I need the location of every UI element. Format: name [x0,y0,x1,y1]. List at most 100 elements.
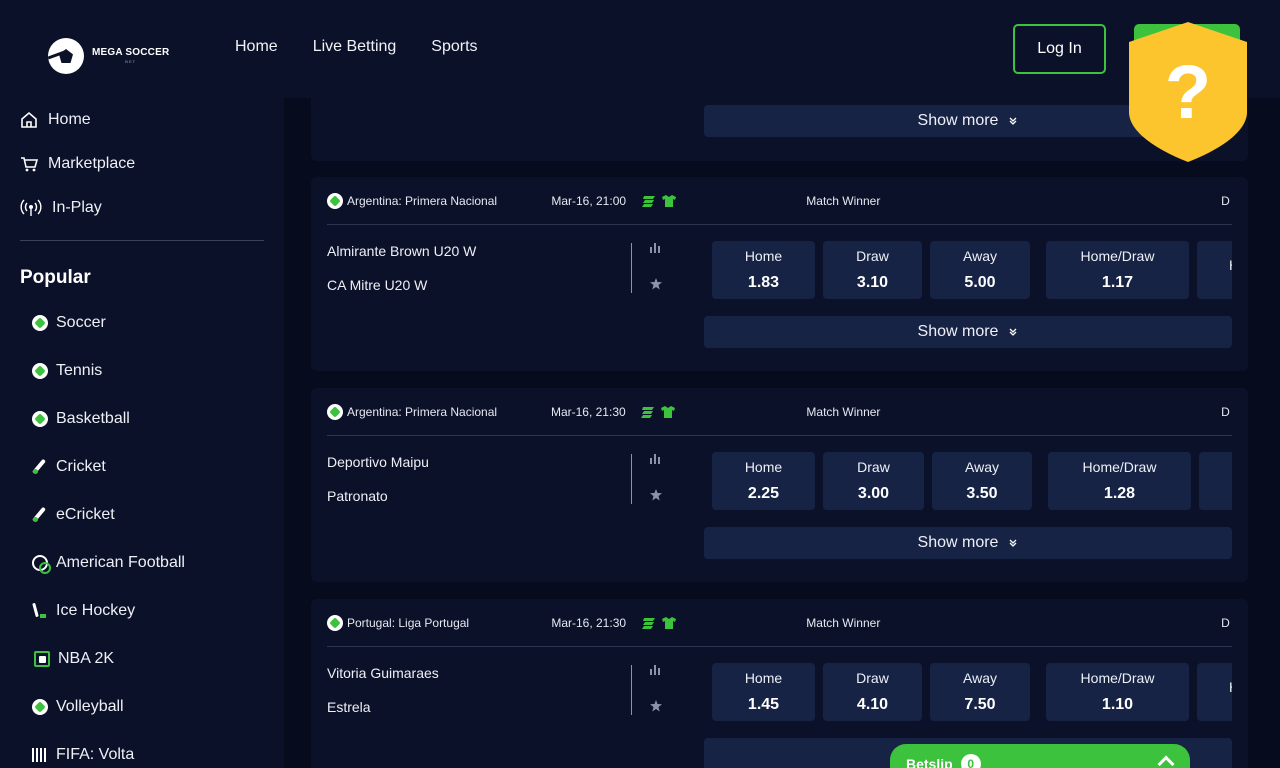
sidebar-item-home[interactable]: Home [20,98,264,142]
home-icon [21,111,37,128]
soccer-icon [327,614,343,631]
popular-title: Popular [20,267,91,288]
sport-item-tennis[interactable]: Tennis [0,347,284,395]
chevron-up-icon [1157,755,1175,768]
lineup-shirt-icon[interactable] [661,194,676,207]
odds-button-draw[interactable]: Draw 4.10 [823,663,922,721]
cart-icon [21,157,38,172]
sport-label: Cricket [56,458,106,475]
bar-chart-icon[interactable] [650,243,661,253]
nav-live-betting-link[interactable]: Live Betting [313,38,397,56]
market-name-cutoff: D [1221,404,1230,419]
soccer-icon [327,403,343,420]
sport-item-basketball[interactable]: Basketball [0,395,284,443]
sport-label: American Football [56,554,185,571]
sport-item-volleyball[interactable]: Volleyball [0,683,284,731]
sport-label: Ice Hockey [56,602,136,619]
sport-label: Volleyball [56,698,124,715]
market-name-cutoff: D [1221,193,1230,208]
odds-button-home[interactable]: Home 1.83 [712,241,815,299]
volleyball-icon [32,699,48,715]
brand-logo[interactable]: MEGA SOCCER BET [48,38,169,74]
show-more-button[interactable]: Show more [704,316,1232,348]
favorite-star-icon[interactable] [650,700,662,712]
match-card-header: Portugal: Liga Portugal Mar-16, 21:30 Ma… [327,599,1232,647]
odds-button-away[interactable]: Away 3.50 [932,452,1032,510]
market-name-cutoff: D [1221,615,1230,630]
chevron-down-icon [1009,539,1017,547]
league-name: Argentina: Primera Nacional [347,404,498,419]
sidebar-item-in-play[interactable]: In-Play [20,186,264,230]
sport-item-ice-hockey[interactable]: Ice Hockey [0,587,284,635]
chevron-down-icon [1009,117,1017,125]
stats-icon[interactable] [641,406,655,418]
show-more-label: Show more [917,112,999,129]
login-button[interactable]: Log In [1013,24,1106,74]
favorite-star-icon[interactable] [650,489,662,501]
broadcast-icon [20,199,42,216]
odds-button-cutoff[interactable]: H [1197,241,1232,299]
show-more-label: Show more [917,534,999,551]
bar-chart-icon[interactable] [650,454,661,464]
sidebar-item-marketplace[interactable]: Marketplace [20,142,264,186]
match-card-header: Argentina: Primera Nacional Mar-16, 21:3… [327,388,1232,436]
lineup-shirt-icon[interactable] [661,616,676,629]
odds-button-away[interactable]: Away 7.50 [930,663,1030,721]
match-card-header: Argentina: Primera Nacional Mar-16, 21:0… [327,177,1232,225]
shield-question-icon[interactable]: ? [1127,20,1249,164]
match-feed[interactable]: Show more Argentina: Primera Nacional Ma… [311,98,1248,768]
odds-button-cutoff[interactable] [1199,452,1232,510]
nav-sports-link[interactable]: Sports [431,38,477,56]
market-name: Match Winner [806,615,881,630]
odds-button-away[interactable]: Away 5.00 [930,241,1030,299]
soccer-icon [327,192,343,209]
sport-item-fifa-volta[interactable]: FIFA: Volta [0,731,284,768]
show-more-label: Show more [917,323,999,340]
sidebar-item-label: In-Play [52,199,102,216]
cricket-icon [32,459,48,475]
away-team: Estrela [327,699,371,715]
sport-item-nba2k[interactable]: NBA 2K [0,635,284,683]
teams: Vitoria Guimaraes Estrela [327,663,439,731]
odds-button-draw[interactable]: Draw 3.00 [823,452,924,510]
tennis-icon [32,363,48,379]
sport-item-cricket[interactable]: Cricket [0,443,284,491]
odds-button-home-draw[interactable]: Home/Draw 1.28 [1048,452,1191,510]
away-team: CA Mitre U20 W [327,277,428,293]
sidebar: Home Marketplace In-Play Popular Soccer … [0,98,284,768]
sport-label: Tennis [56,362,103,379]
show-more-button[interactable]: Show more [704,527,1232,559]
teams: Deportivo Maipu Patronato [327,452,429,520]
main-nav: Home Live Betting Sports [235,38,478,56]
sport-item-american-football[interactable]: American Football [0,539,284,587]
odds-button-draw[interactable]: Draw 3.10 [823,241,922,299]
fifa-volta-icon [32,747,48,763]
kickoff-time: Mar-16, 21:30 [551,615,627,630]
sport-label: FIFA: Volta [56,746,135,763]
lineup-shirt-icon[interactable] [661,405,676,418]
nav-home-link[interactable]: Home [235,38,278,56]
sport-item-ecricket[interactable]: eCricket [0,491,284,539]
odds-button-home[interactable]: Home 1.45 [712,663,815,721]
kickoff-time: Mar-16, 21:00 [551,193,627,208]
sport-label: Basketball [56,410,130,427]
odds-button-home[interactable]: Home 2.25 [712,452,815,510]
basketball-icon [32,411,48,427]
away-team: Patronato [327,488,388,504]
brand-subtitle: BET [125,59,137,64]
ecricket-icon [32,507,48,523]
sport-item-soccer[interactable]: Soccer [0,299,284,347]
betslip-label: Betslip [906,756,953,768]
bar-chart-icon[interactable] [650,665,661,675]
odds-row: Home 1.83 Draw 3.10 Away 5.00 Home/Draw 1.17… [712,241,1232,299]
odds-button-cutoff[interactable]: H [1197,663,1232,721]
stats-icon[interactable] [641,617,656,629]
odds-button-home-draw[interactable]: Home/Draw 1.17 [1046,241,1189,299]
betslip-tab[interactable]: Betslip 0 [890,744,1190,768]
stats-icon[interactable] [641,195,656,207]
shield-symbol: ? [1165,50,1211,135]
favorite-star-icon[interactable] [650,278,662,290]
ice-hockey-icon [32,603,48,619]
home-team: Deportivo Maipu [327,454,429,470]
odds-button-home-draw[interactable]: Home/Draw 1.10 [1046,663,1189,721]
